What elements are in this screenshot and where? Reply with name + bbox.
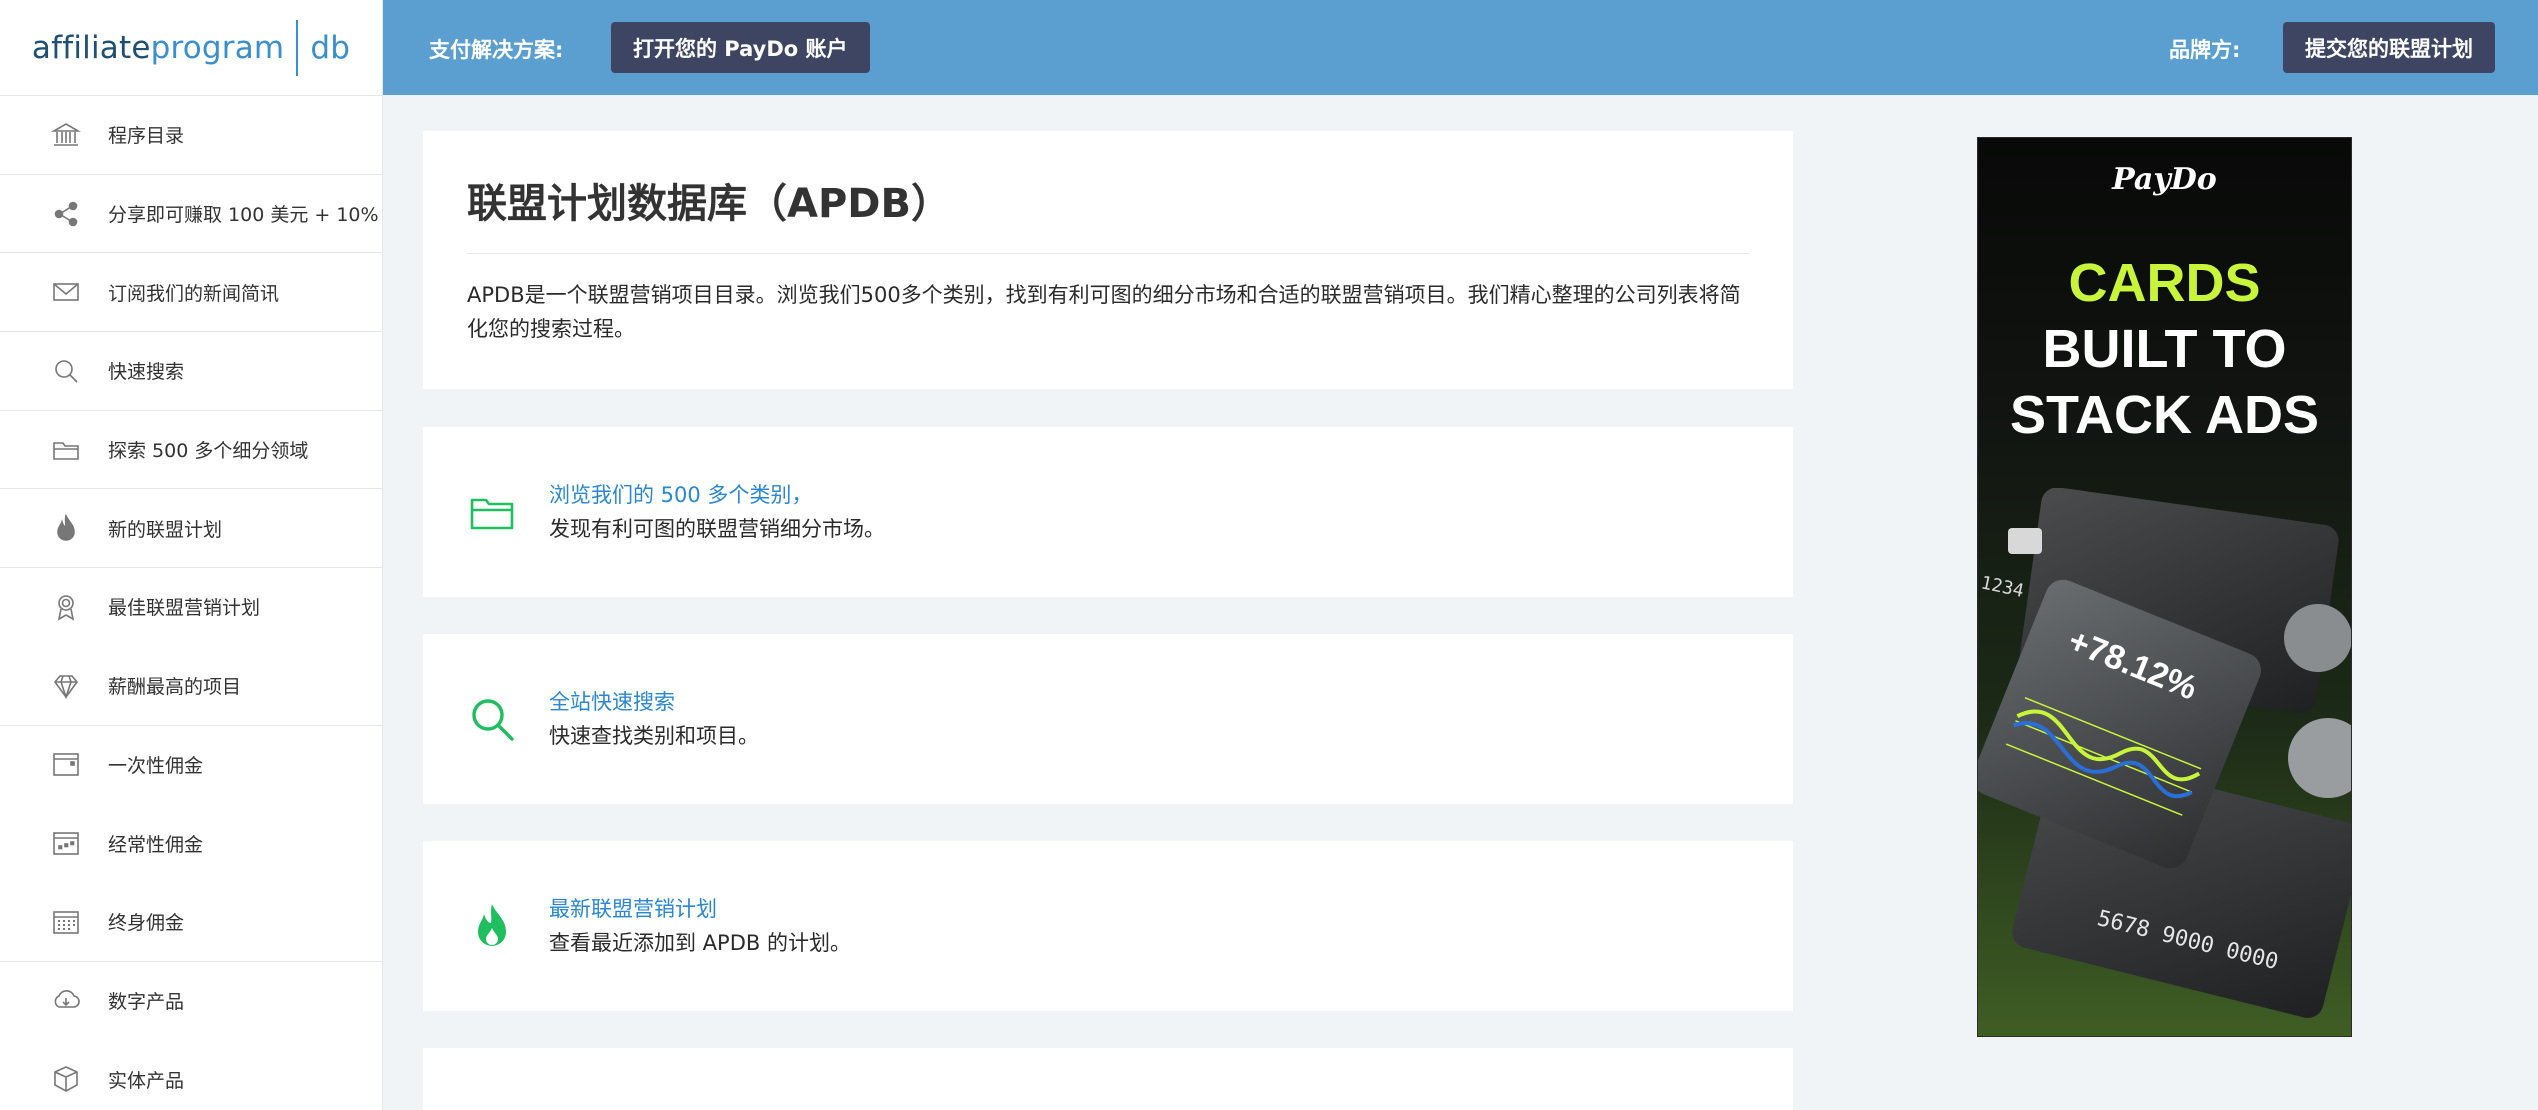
sidebar-item-quick-search[interactable]: 快速搜索 bbox=[0, 332, 382, 411]
award-icon bbox=[48, 589, 84, 625]
sidebar-item-label: 终身佣金 bbox=[108, 912, 185, 935]
search-icon bbox=[48, 353, 84, 389]
paydo-logo: PayDo bbox=[2112, 162, 2217, 197]
sidebar-item-label: 程序目录 bbox=[108, 125, 185, 148]
search-icon bbox=[467, 694, 517, 744]
sidebar-item-best-programs[interactable]: 最佳联盟营销计划 bbox=[0, 568, 382, 647]
sidebar-item-label: 快速搜索 bbox=[108, 361, 185, 384]
ad-headline: BUILT TO STACK ADS bbox=[1978, 316, 2351, 448]
site-search-link[interactable]: 全站快速搜索 bbox=[549, 685, 759, 719]
submit-program-button[interactable]: 提交您的联盟计划 bbox=[2283, 22, 2495, 73]
sidebar-item-label: 分享即可赚取 100 美元 + 10% bbox=[108, 204, 379, 227]
calendar-grid-icon bbox=[48, 904, 84, 940]
sidebar-item-newsletter[interactable]: 订阅我们的新闻简讯 bbox=[0, 253, 382, 333]
sidebar-item-niches[interactable]: 探索 500 多个细分领域 bbox=[0, 411, 382, 490]
sidebar-item-new-programs[interactable]: 新的联盟计划 bbox=[0, 489, 382, 569]
browse-categories-link[interactable]: 浏览我们的 500 多个类别， bbox=[549, 478, 885, 512]
feature-card-partial bbox=[423, 1048, 1793, 1110]
bank-icon bbox=[48, 117, 84, 153]
box-icon bbox=[48, 1061, 84, 1097]
card-number-back: 1234 bbox=[1979, 572, 2026, 602]
ad-headline-accent: CARDS bbox=[2068, 253, 2261, 313]
envelope-icon bbox=[48, 274, 84, 310]
paydo-advertisement[interactable]: PayDo CARDS BUILT TO STACK ADS 5678 9000… bbox=[1977, 137, 2352, 1037]
sidebar-item-digital[interactable]: 数字产品 bbox=[0, 962, 382, 1041]
sidebar-item-lifetime[interactable]: 终身佣金 bbox=[0, 883, 382, 962]
coin bbox=[2284, 604, 2351, 672]
payment-solutions-label: 支付解决方案: bbox=[429, 38, 564, 62]
credit-cards-illustration: 5678 9000 0000 +78.12% 1234 bbox=[1978, 488, 2351, 1018]
brand-label: 品牌方: bbox=[2169, 38, 2241, 62]
card-chip-icon bbox=[2008, 528, 2042, 554]
site-logo[interactable]: affiliate program db bbox=[0, 0, 382, 96]
sidebar-item-share[interactable]: 分享即可赚取 100 美元 + 10% bbox=[0, 175, 382, 254]
intro-card: 联盟计划数据库（APDB） APDB是一个联盟营销项目目录。浏览我们500多个类… bbox=[423, 131, 1793, 389]
sidebar-item-highest-paying[interactable]: 薪酬最高的项目 bbox=[0, 647, 382, 726]
sidebar-item-directory[interactable]: 程序目录 bbox=[0, 96, 382, 175]
fire-icon bbox=[467, 901, 517, 951]
sidebar-item-one-time[interactable]: 一次性佣金 bbox=[0, 726, 382, 805]
sidebar: affiliate program db 程序目录 分享即可赚取 100 美元 + … bbox=[0, 0, 383, 1110]
sidebar-item-label: 探索 500 多个细分领域 bbox=[108, 440, 309, 463]
page-title: 联盟计划数据库（APDB） bbox=[467, 171, 1749, 254]
fire-icon bbox=[48, 510, 84, 546]
logo-text-program: program bbox=[150, 29, 285, 66]
ad-headline-line-2: BUILT TO bbox=[2042, 319, 2287, 379]
sidebar-item-label: 实体产品 bbox=[108, 1069, 185, 1092]
ad-headline-line-3: STACK ADS bbox=[2010, 385, 2319, 445]
logo-divider bbox=[296, 19, 299, 76]
sidebar-item-physical[interactable]: 实体产品 bbox=[0, 1040, 382, 1110]
feature-card-categories: 浏览我们的 500 多个类别， 发现有利可图的联盟营销细分市场。 bbox=[423, 427, 1793, 597]
sidebar-item-label: 新的联盟计划 bbox=[108, 518, 223, 541]
feature-card-new-programs: 最新联盟营销计划 查看最近添加到 APDB 的计划。 bbox=[423, 841, 1793, 1011]
open-paydo-account-button[interactable]: 打开您的 PayDo 账户 bbox=[611, 22, 870, 73]
folder-icon bbox=[48, 432, 84, 468]
feature-description: 发现有利可图的联盟营销细分市场。 bbox=[549, 517, 885, 541]
intro-description: APDB是一个联盟营销项目目录。浏览我们500多个类别，找到有利可图的细分市场和… bbox=[467, 283, 1741, 341]
diamond-icon bbox=[48, 668, 84, 704]
sidebar-item-label: 数字产品 bbox=[108, 990, 185, 1013]
sidebar-item-label: 一次性佣金 bbox=[108, 754, 204, 777]
top-bar: 支付解决方案: 打开您的 PayDo 账户 品牌方: 提交您的联盟计划 bbox=[383, 0, 2538, 95]
folder-icon bbox=[467, 487, 517, 537]
calendar-recurring-icon bbox=[48, 825, 84, 861]
feature-description: 快速查找类别和项目。 bbox=[549, 724, 759, 748]
sidebar-item-label: 最佳联盟营销计划 bbox=[108, 597, 261, 620]
sidebar-item-label: 订阅我们的新闻简讯 bbox=[108, 282, 280, 305]
calendar-one-icon bbox=[48, 746, 84, 782]
logo-text-affiliate: affiliate bbox=[31, 29, 151, 66]
latest-programs-link[interactable]: 最新联盟营销计划 bbox=[549, 892, 851, 926]
sidebar-item-label: 经常性佣金 bbox=[108, 833, 204, 856]
logo-text-db: db bbox=[310, 29, 351, 66]
sidebar-item-label: 薪酬最高的项目 bbox=[108, 676, 242, 699]
cloud-download-icon bbox=[48, 982, 84, 1018]
feature-description: 查看最近添加到 APDB 的计划。 bbox=[549, 931, 851, 955]
share-icon bbox=[48, 196, 84, 232]
feature-card-search: 全站快速搜索 快速查找类别和项目。 bbox=[423, 634, 1793, 804]
sidebar-item-recurring[interactable]: 经常性佣金 bbox=[0, 804, 382, 883]
coin bbox=[2288, 718, 2351, 798]
